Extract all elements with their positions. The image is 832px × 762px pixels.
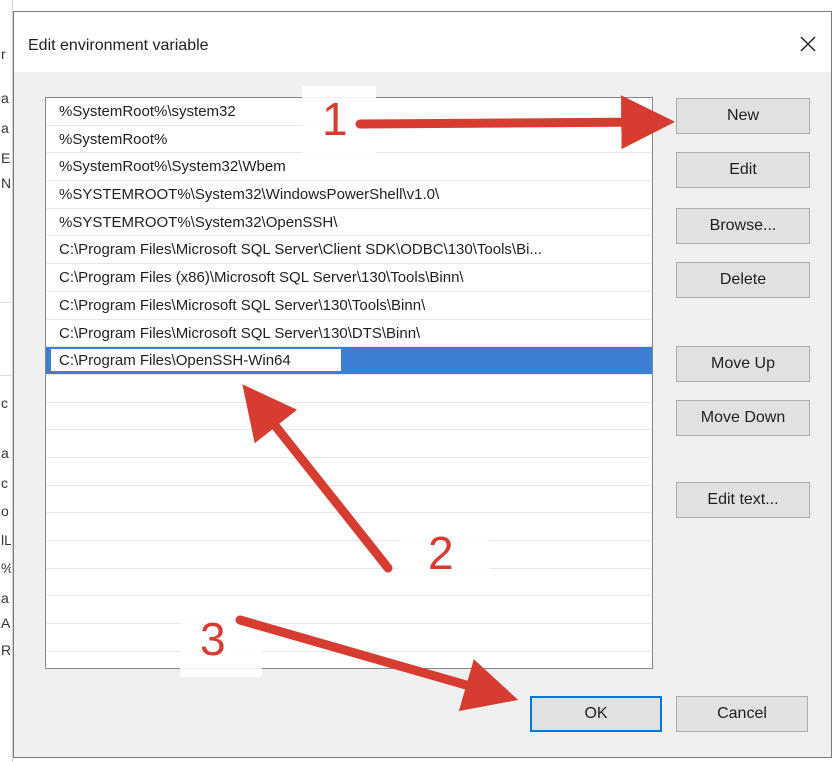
background-text: a	[1, 120, 9, 136]
list-item[interactable]: %SYSTEMROOT%\System32\OpenSSH\	[46, 209, 652, 237]
close-icon	[800, 36, 816, 52]
list-item[interactable]: C:\Program Files\Microsoft SQL Server\13…	[46, 292, 652, 320]
background-text: N	[1, 175, 11, 191]
list-item[interactable]: C:\Program Files\Microsoft SQL Server\13…	[46, 320, 652, 348]
background-text: a	[1, 445, 9, 461]
empty-row[interactable]	[46, 624, 652, 652]
background-text: a	[1, 90, 9, 106]
empty-row[interactable]	[46, 652, 652, 668]
empty-row[interactable]	[46, 486, 652, 514]
empty-row[interactable]	[46, 458, 652, 486]
background-text: R	[1, 642, 11, 658]
list-item[interactable]: C:\Program Files (x86)\Microsoft SQL Ser…	[46, 264, 652, 292]
background-text: c	[1, 395, 8, 411]
move-up-button[interactable]: Move Up	[676, 346, 810, 382]
path-list[interactable]: %SystemRoot%\system32 %SystemRoot% %Syst…	[45, 97, 653, 669]
ok-button[interactable]: OK	[530, 696, 662, 732]
edit-button[interactable]: Edit	[676, 152, 810, 188]
edit-text-button[interactable]: Edit text...	[676, 482, 810, 518]
cancel-button[interactable]: Cancel	[676, 696, 808, 732]
list-item-selected[interactable]	[46, 347, 652, 375]
path-edit-input[interactable]	[50, 348, 342, 373]
edit-environment-variable-dialog: Edit environment variable %SystemRoot%\s…	[13, 11, 832, 758]
list-item[interactable]: C:\Program Files\Microsoft SQL Server\Cl…	[46, 236, 652, 265]
background-text: E	[1, 150, 11, 166]
dialog-title: Edit environment variable	[28, 37, 209, 54]
background-text: a	[1, 590, 9, 606]
new-button[interactable]: New	[676, 98, 810, 134]
list-item[interactable]: %SystemRoot%	[46, 126, 652, 154]
background-separator	[0, 302, 12, 303]
background-text: %	[1, 560, 11, 576]
background-text: c	[1, 475, 8, 491]
empty-row[interactable]	[46, 569, 652, 597]
browse-button[interactable]: Browse...	[676, 208, 810, 244]
list-item[interactable]: %SYSTEMROOT%\System32\WindowsPowerShell\…	[46, 181, 652, 209]
empty-row[interactable]	[46, 541, 652, 569]
background-window: r a a E N c a c o lL % a A R	[0, 0, 13, 762]
list-item[interactable]: %SystemRoot%\System32\Wbem	[46, 153, 652, 182]
background-text: lL	[1, 532, 11, 548]
title-bar[interactable]: Edit environment variable	[14, 12, 831, 72]
empty-row[interactable]	[46, 375, 652, 403]
background-text: r	[1, 46, 6, 62]
background-separator	[0, 375, 12, 376]
delete-button[interactable]: Delete	[676, 262, 810, 298]
empty-row[interactable]	[46, 403, 652, 431]
empty-row[interactable]	[46, 596, 652, 625]
move-down-button[interactable]: Move Down	[676, 400, 810, 436]
list-item[interactable]: %SystemRoot%\system32	[46, 98, 652, 126]
background-text: A	[1, 615, 11, 631]
background-text: o	[1, 503, 9, 519]
empty-row[interactable]	[46, 513, 652, 541]
close-button[interactable]	[785, 24, 831, 64]
empty-row[interactable]	[46, 430, 652, 458]
